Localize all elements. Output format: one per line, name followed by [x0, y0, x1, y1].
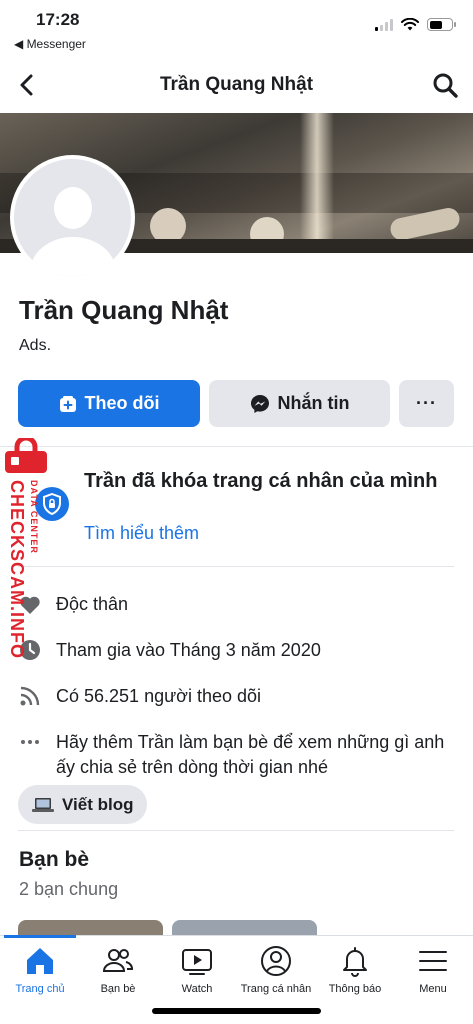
tab-watch[interactable]: Watch: [157, 944, 237, 995]
tab-menu[interactable]: Menu: [393, 944, 473, 995]
tab-home[interactable]: Trang chủ: [0, 944, 80, 995]
more-options-button[interactable]: ···: [399, 380, 454, 427]
status-bar: 17:28 ◀ Messenger: [0, 0, 473, 56]
search-icon[interactable]: [431, 71, 459, 99]
tab-label: Bạn bè: [100, 983, 136, 995]
battery-icon: [427, 18, 456, 31]
write-blog-button[interactable]: Viết blog: [18, 785, 148, 824]
tab-label: Menu: [419, 983, 447, 995]
tab-friends[interactable]: Bạn bè: [78, 944, 158, 995]
signal-icon: [375, 18, 393, 31]
watch-icon: [182, 949, 212, 975]
status-icons: [375, 18, 456, 31]
profile-name: Trần Quang Nhật: [19, 295, 229, 325]
profile-icon: [261, 946, 291, 976]
detail-text: Hãy thêm Trần làm bạn bè để xem những gì…: [56, 732, 445, 777]
profile-subtitle: Ads.: [19, 337, 52, 354]
ellipsis-icon: ···: [416, 393, 437, 413]
page-title: Trần Quang Nhật: [159, 74, 314, 95]
learn-more-link[interactable]: Tìm hiểu thêm: [84, 523, 199, 544]
messenger-icon: [250, 394, 269, 413]
bell-icon: [343, 947, 367, 977]
back-to-messenger-link[interactable]: ◀ Messenger: [14, 37, 86, 51]
default-avatar-icon: [14, 159, 131, 276]
message-button[interactable]: Nhắn tin: [209, 380, 390, 427]
menu-icon: [419, 951, 447, 971]
message-label: Nhắn tin: [277, 393, 350, 413]
follow-label: Theo dõi: [84, 393, 160, 413]
friends-section-title: Bạn bè: [19, 848, 90, 871]
chevron-left-icon[interactable]: [14, 72, 40, 98]
rss-icon: [20, 686, 40, 706]
follow-button[interactable]: Theo dõi: [18, 380, 200, 427]
detail-text: Tham gia vào Tháng 3 năm 2020: [56, 640, 321, 660]
divider: [18, 830, 454, 831]
watermark-subtext: DATA CENTER: [29, 480, 39, 554]
mutual-friends-count: 2 bạn chung: [19, 879, 119, 899]
friends-icon: [102, 949, 133, 972]
watermark-text: CHECKSCAM.INFO: [7, 480, 27, 659]
padlock-icon: [5, 438, 47, 473]
tab-label: Trang chủ: [15, 983, 65, 995]
active-tab-indicator: [4, 935, 76, 938]
locked-profile-notice: Trần đã khóa trang cá nhân của mình Tìm …: [0, 462, 473, 562]
home-icon: [27, 948, 53, 974]
tab-notifications[interactable]: Thông báo: [315, 944, 395, 995]
tab-label: Watch: [181, 983, 213, 995]
divider: [0, 446, 473, 447]
home-indicator[interactable]: [152, 1008, 321, 1014]
watermark: CHECKSCAM.INFO DATA CENTER: [0, 438, 50, 668]
laptop-icon: [32, 797, 54, 812]
tab-label: Thông báo: [328, 983, 382, 995]
avatar[interactable]: [10, 155, 135, 280]
write-blog-label: Viết blog: [62, 794, 134, 814]
ellipsis-icon: [21, 740, 39, 744]
tab-label: Trang cá nhân: [240, 983, 312, 995]
follow-icon: [59, 395, 76, 412]
tab-profile[interactable]: Trang cá nhân: [236, 944, 316, 995]
locked-notice-title: Trần đã khóa trang cá nhân của mình: [84, 470, 438, 492]
status-time: 17:28: [36, 10, 80, 29]
detail-text: Độc thân: [56, 594, 129, 614]
profile-header: Trần Quang Nhật: [0, 60, 473, 110]
wifi-icon: [401, 18, 419, 31]
divider: [18, 566, 454, 567]
detail-text: Có 56.251 người theo dõi: [56, 686, 261, 706]
